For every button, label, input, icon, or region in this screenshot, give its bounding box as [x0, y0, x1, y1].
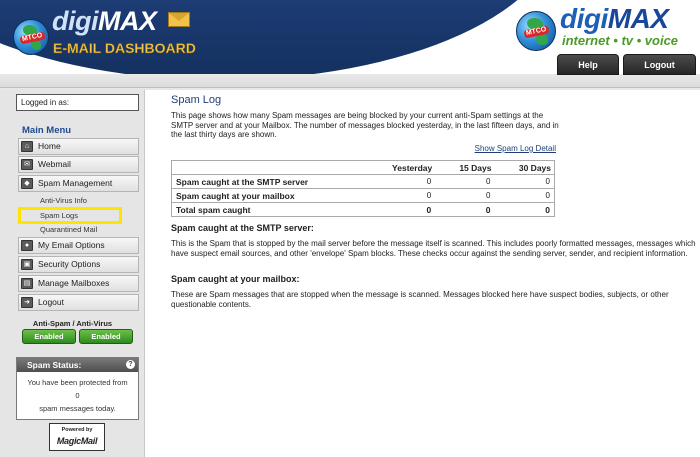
spam-status-box: Spam Status: ? You have been protected f…	[16, 357, 139, 420]
main-menu-title: Main Menu	[22, 125, 72, 136]
row-label: Total spam caught	[171, 202, 364, 217]
sidebar-item-security-options[interactable]: ▣ Security Options	[18, 256, 139, 273]
shield-icon: ◆	[21, 178, 33, 189]
logo-left-name: digiMAX	[52, 6, 157, 36]
row-label: Spam caught at the SMTP server	[171, 174, 364, 189]
table-cell: 0	[435, 174, 495, 189]
table-cell: 0	[494, 202, 555, 217]
sidebar-subitem-quarantined-mail[interactable]: Quarantined Mail	[40, 225, 97, 234]
table-cell: 0	[363, 174, 436, 189]
table-row: Spam caught at your mailbox 0 0 0	[171, 188, 555, 203]
lock-icon: ▣	[21, 259, 33, 270]
magicmail-brand: MagicMail	[56, 436, 98, 446]
section-mailbox-text: These are Spam messages that are stopped…	[171, 290, 669, 309]
row-label: Spam caught at your mailbox	[171, 188, 364, 203]
antispam-enabled-button[interactable]: Enabled	[22, 329, 76, 344]
section-smtp-title: Spam caught at the SMTP server:	[171, 223, 314, 233]
table-row: Spam caught at the SMTP server 0 0 0	[171, 174, 555, 189]
table-cell: 0	[363, 188, 436, 203]
logged-in-field: Logged in as:	[16, 94, 139, 111]
table-cell: 0	[494, 188, 555, 203]
table-cell: 0	[494, 174, 555, 189]
status-count: 0	[75, 391, 80, 400]
section-smtp-text: This is the Spam that is stopped by the …	[171, 239, 696, 258]
main-content: Spam Log This page shows how many Spam m…	[145, 90, 700, 457]
status-line-2: spam messages today.	[39, 404, 116, 413]
sidebar-item-manage-mailboxes[interactable]: ▤ Manage Mailboxes	[18, 275, 139, 292]
logout-button[interactable]: Logout	[623, 54, 696, 75]
powered-by-label: Powered by	[61, 427, 93, 433]
section-mailbox-title: Spam caught at your mailbox:	[171, 274, 300, 284]
envelope-icon	[168, 12, 190, 27]
antivirus-enabled-button[interactable]: Enabled	[79, 329, 133, 344]
spam-log-table: Yesterday 15 Days 30 Days Spam caught at…	[171, 160, 555, 217]
show-spam-log-detail-link[interactable]: Show Spam Log Detail	[475, 144, 556, 153]
antispam-antivirus-title: Anti-Spam / Anti-Virus	[32, 319, 113, 328]
exit-icon: ➜	[21, 297, 33, 308]
table-header-row: Yesterday 15 Days 30 Days	[172, 161, 555, 175]
home-icon: ⌂	[21, 141, 33, 152]
sidebar-item-home[interactable]: ⌂ Home	[18, 138, 139, 155]
mtco-globe-logo-right-icon: MTCO	[516, 11, 556, 51]
spam-status-header: Spam Status: ?	[17, 358, 138, 372]
sidebar-item-my-email-options[interactable]: ● My Email Options	[18, 237, 139, 254]
user-icon: ●	[21, 240, 33, 251]
column-header: 15 Days	[459, 162, 492, 173]
sidebar-subitem-spam-logs[interactable]: Spam Logs	[40, 211, 78, 220]
logo-right-name: digiMAX	[560, 3, 669, 34]
status-line-1: You have been protected from	[27, 378, 128, 387]
column-header: Yesterday	[392, 162, 433, 173]
table-cell: 0	[435, 202, 495, 217]
header: MTCO digiMAX E-MAIL DASHBOARD MTCO digiM…	[0, 0, 700, 90]
intro-text: This page shows how many Spam messages a…	[171, 111, 559, 139]
table-cell: 0	[363, 202, 436, 217]
sidebar-subitem-anti-virus-info[interactable]: Anti-Virus Info	[40, 196, 87, 205]
mtco-globe-logo-icon: MTCO	[13, 19, 49, 55]
table-cell: 0	[435, 188, 495, 203]
page-title: Spam Log	[171, 94, 222, 106]
logo-left-subtitle: E-MAIL DASHBOARD	[53, 40, 196, 56]
help-icon[interactable]: ?	[126, 360, 135, 369]
column-header: 30 Days	[518, 162, 551, 173]
magicmail-logo[interactable]: Powered by MagicMail	[49, 423, 105, 451]
mailbox-icon: ▤	[21, 278, 33, 289]
help-button[interactable]: Help	[557, 54, 619, 75]
sidebar-item-logout[interactable]: ➜ Logout	[18, 294, 139, 311]
envelope-icon: ✉	[21, 159, 33, 170]
sidebar-item-spam-management[interactable]: ◆ Spam Management	[18, 175, 139, 192]
table-row-total: Total spam caught 0 0 0	[171, 202, 555, 217]
sidebar: Logged in as: Main Menu ⌂ Home ✉ Webmail…	[0, 90, 145, 457]
logo-right-tagline: internet • tv • voice	[562, 33, 679, 48]
sidebar-item-webmail[interactable]: ✉ Webmail	[18, 156, 139, 173]
